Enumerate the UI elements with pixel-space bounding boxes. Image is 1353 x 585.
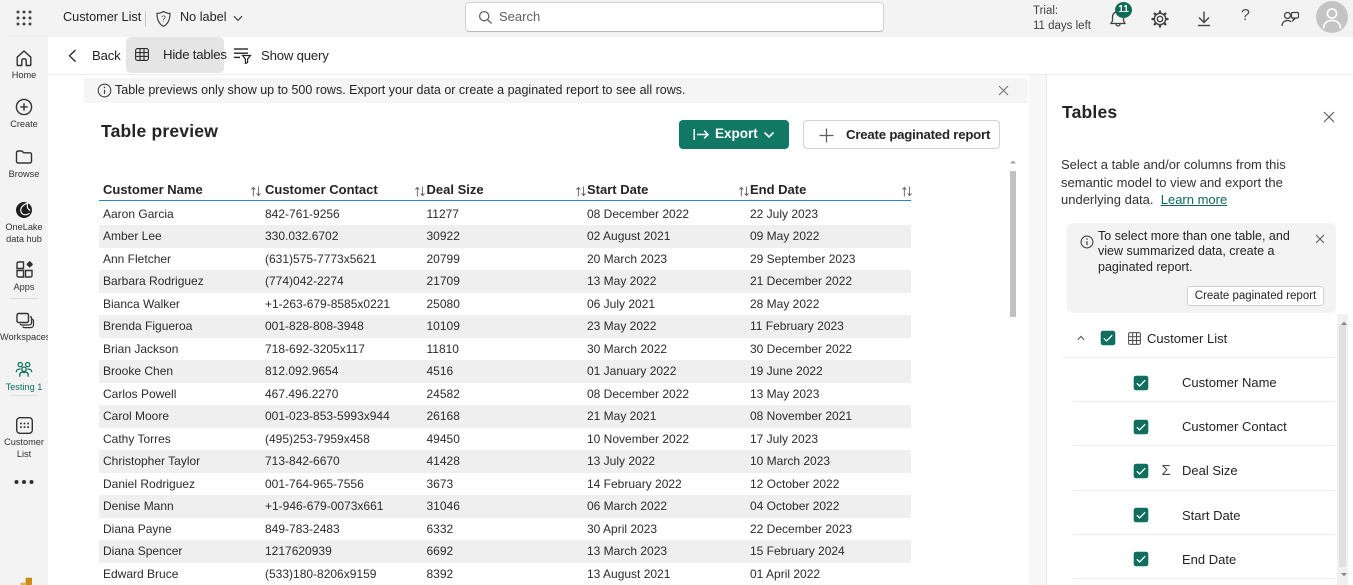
svg-text:?: ? [161,14,166,24]
